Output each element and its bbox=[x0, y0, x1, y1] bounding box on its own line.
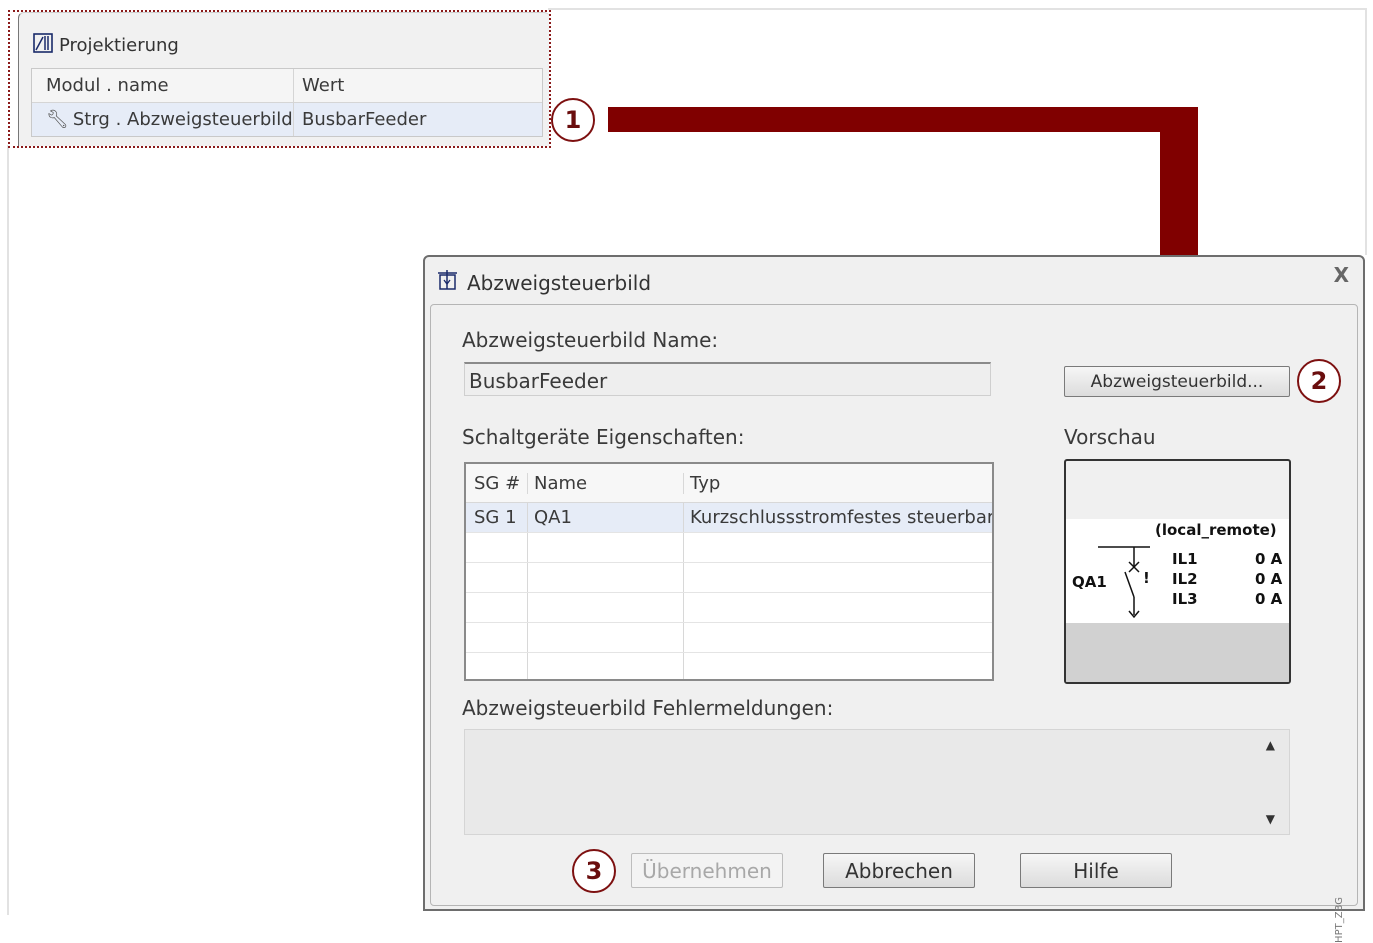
marker-2: 2 bbox=[1297, 359, 1341, 403]
dialog-body: Abzweigsteuerbild Name: BusbarFeeder Abz… bbox=[430, 304, 1358, 943]
column-header-modul[interactable]: Modul . name bbox=[32, 69, 294, 102]
frame-right-line bbox=[1365, 8, 1367, 255]
table-row[interactable]: 🔧︎ Strg . Abzweigsteuerbild BusbarFeeder bbox=[32, 103, 542, 136]
cell-name: QA1 bbox=[528, 503, 684, 532]
projektierung-icon bbox=[33, 33, 53, 58]
watermark-label: HPT_ZBG bbox=[1334, 897, 1345, 943]
wrench-icon: 🔧︎ bbox=[46, 109, 69, 130]
table-row[interactable] bbox=[466, 593, 992, 623]
name-field[interactable]: BusbarFeeder bbox=[464, 362, 991, 396]
dialog-title: Abzweigsteuerbild bbox=[437, 269, 651, 296]
preview-device: QA1 bbox=[1072, 573, 1107, 591]
phase-il2-value: 0 A bbox=[1255, 570, 1283, 588]
column-header-sg[interactable]: SG # bbox=[466, 472, 528, 494]
projektierung-window: Projektierung Modul . name Wert 🔧︎ Strg … bbox=[18, 12, 549, 146]
marker-3: 3 bbox=[572, 849, 616, 893]
row-name-text: Strg . Abzweigsteuerbild bbox=[72, 109, 293, 130]
preview-warning: ! bbox=[1143, 569, 1150, 587]
row-name-cell: 🔧︎ Strg . Abzweigsteuerbild bbox=[32, 103, 294, 136]
phase-il1-value: 0 A bbox=[1255, 550, 1283, 568]
cell-typ: Kurzschlussstromfestes steuerbar bbox=[690, 507, 992, 528]
marker-1: 1 bbox=[551, 98, 595, 142]
close-button[interactable]: X bbox=[1334, 263, 1349, 287]
column-header-typ[interactable]: Typ bbox=[684, 473, 992, 494]
props-label: Schaltgeräte Eigenschaften: bbox=[462, 425, 745, 449]
row-value-cell[interactable]: BusbarFeeder bbox=[294, 109, 426, 130]
preview-mode: (local_remote) bbox=[1155, 521, 1277, 539]
projektierung-table: Modul . name Wert 🔧︎ Strg . Abzweigsteue… bbox=[31, 68, 543, 137]
name-label: Abzweigsteuerbild Name: bbox=[462, 328, 719, 352]
table-row[interactable] bbox=[466, 653, 992, 679]
arrow-horizontal bbox=[608, 107, 1198, 132]
projektierung-title: Projektierung bbox=[33, 33, 179, 58]
errors-label: Abzweigsteuerbild Fehlermeldungen: bbox=[462, 696, 834, 720]
table-header: SG # Name Typ bbox=[466, 464, 992, 503]
phase-il1-name: IL1 bbox=[1172, 550, 1198, 568]
switchgear-table: SG # Name Typ SG 1 QA1 Kurzschlussstromf… bbox=[464, 462, 994, 681]
preview-footer bbox=[1066, 623, 1289, 682]
table-row[interactable] bbox=[466, 533, 992, 563]
feeder-icon bbox=[437, 269, 459, 296]
errors-box[interactable]: ▲ ▼ bbox=[464, 729, 1290, 835]
table-header: Modul . name Wert bbox=[32, 69, 542, 103]
projektierung-panel: Projektierung Modul . name Wert 🔧︎ Strg … bbox=[8, 10, 551, 148]
table-row[interactable] bbox=[466, 623, 992, 653]
phase-il3-name: IL3 bbox=[1172, 590, 1198, 608]
preview-label: Vorschau bbox=[1064, 425, 1156, 449]
projektierung-title-text: Projektierung bbox=[59, 35, 179, 56]
phase-il2-name: IL2 bbox=[1172, 570, 1198, 588]
scroll-up-icon[interactable]: ▲ bbox=[1266, 738, 1275, 752]
scroll-down-icon[interactable]: ▼ bbox=[1266, 812, 1275, 826]
browse-button[interactable]: Abzweigsteuerbild... bbox=[1064, 366, 1290, 397]
cancel-button[interactable]: Abbrechen bbox=[823, 853, 975, 888]
apply-button[interactable]: Übernehmen bbox=[631, 853, 783, 888]
table-row[interactable]: SG 1 QA1 Kurzschlussstromfestes steuerba… bbox=[466, 503, 992, 533]
frame-left-line bbox=[7, 145, 9, 915]
preview-box: (local_remote) QA1 ! IL1 0 A IL2 0 A IL3… bbox=[1064, 459, 1291, 684]
phase-il3-value: 0 A bbox=[1255, 590, 1283, 608]
abzweigsteuerbild-dialog: Abzweigsteuerbild X Abzweigsteuerbild Na… bbox=[423, 255, 1365, 943]
table-row[interactable] bbox=[466, 563, 992, 593]
column-header-wert[interactable]: Wert bbox=[294, 75, 344, 96]
column-header-name[interactable]: Name bbox=[528, 472, 684, 494]
dialog-title-text: Abzweigsteuerbild bbox=[467, 270, 652, 295]
help-button[interactable]: Hilfe bbox=[1020, 853, 1172, 888]
cell-sg: SG 1 bbox=[466, 503, 528, 532]
frame-top-line bbox=[548, 8, 1366, 10]
